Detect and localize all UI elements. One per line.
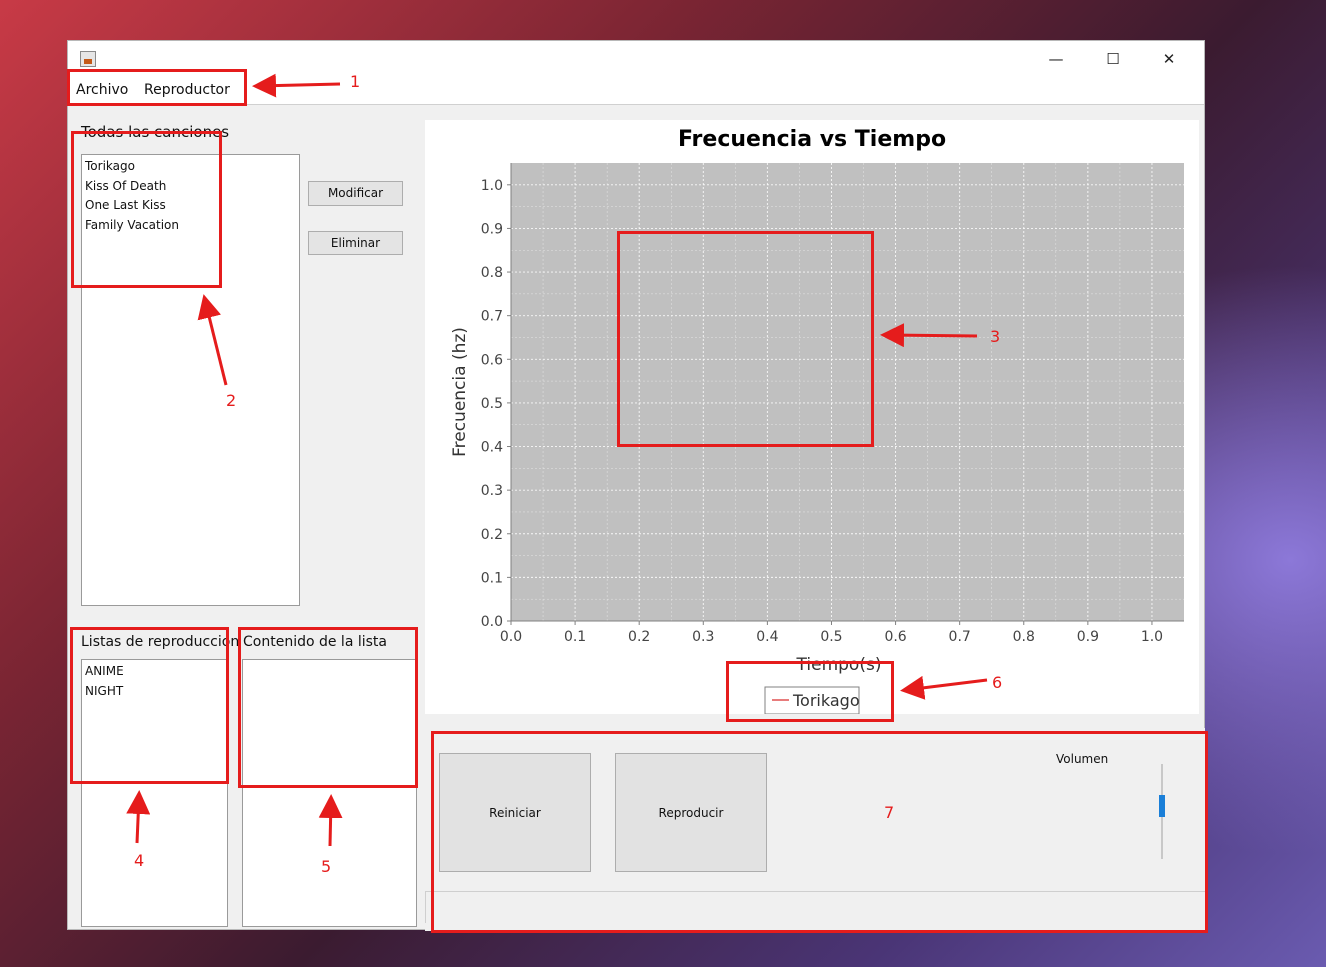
arrow-5 xyxy=(318,794,343,847)
annotation-number-4: 4 xyxy=(134,851,145,870)
arrow-1 xyxy=(252,73,341,98)
annotation-number-2: 2 xyxy=(226,391,237,410)
annotation-number-3: 3 xyxy=(990,327,1001,346)
arrow-6 xyxy=(900,675,988,700)
annotation-number-5: 5 xyxy=(321,857,332,876)
annotation-number-6: 6 xyxy=(992,673,1003,692)
arrow-3 xyxy=(880,323,978,348)
annotation-number-7: 7 xyxy=(884,803,895,822)
annotation-arrows xyxy=(126,73,988,847)
annotation-number-1: 1 xyxy=(350,72,361,91)
arrow-2 xyxy=(197,294,228,386)
arrow-4 xyxy=(126,790,151,844)
